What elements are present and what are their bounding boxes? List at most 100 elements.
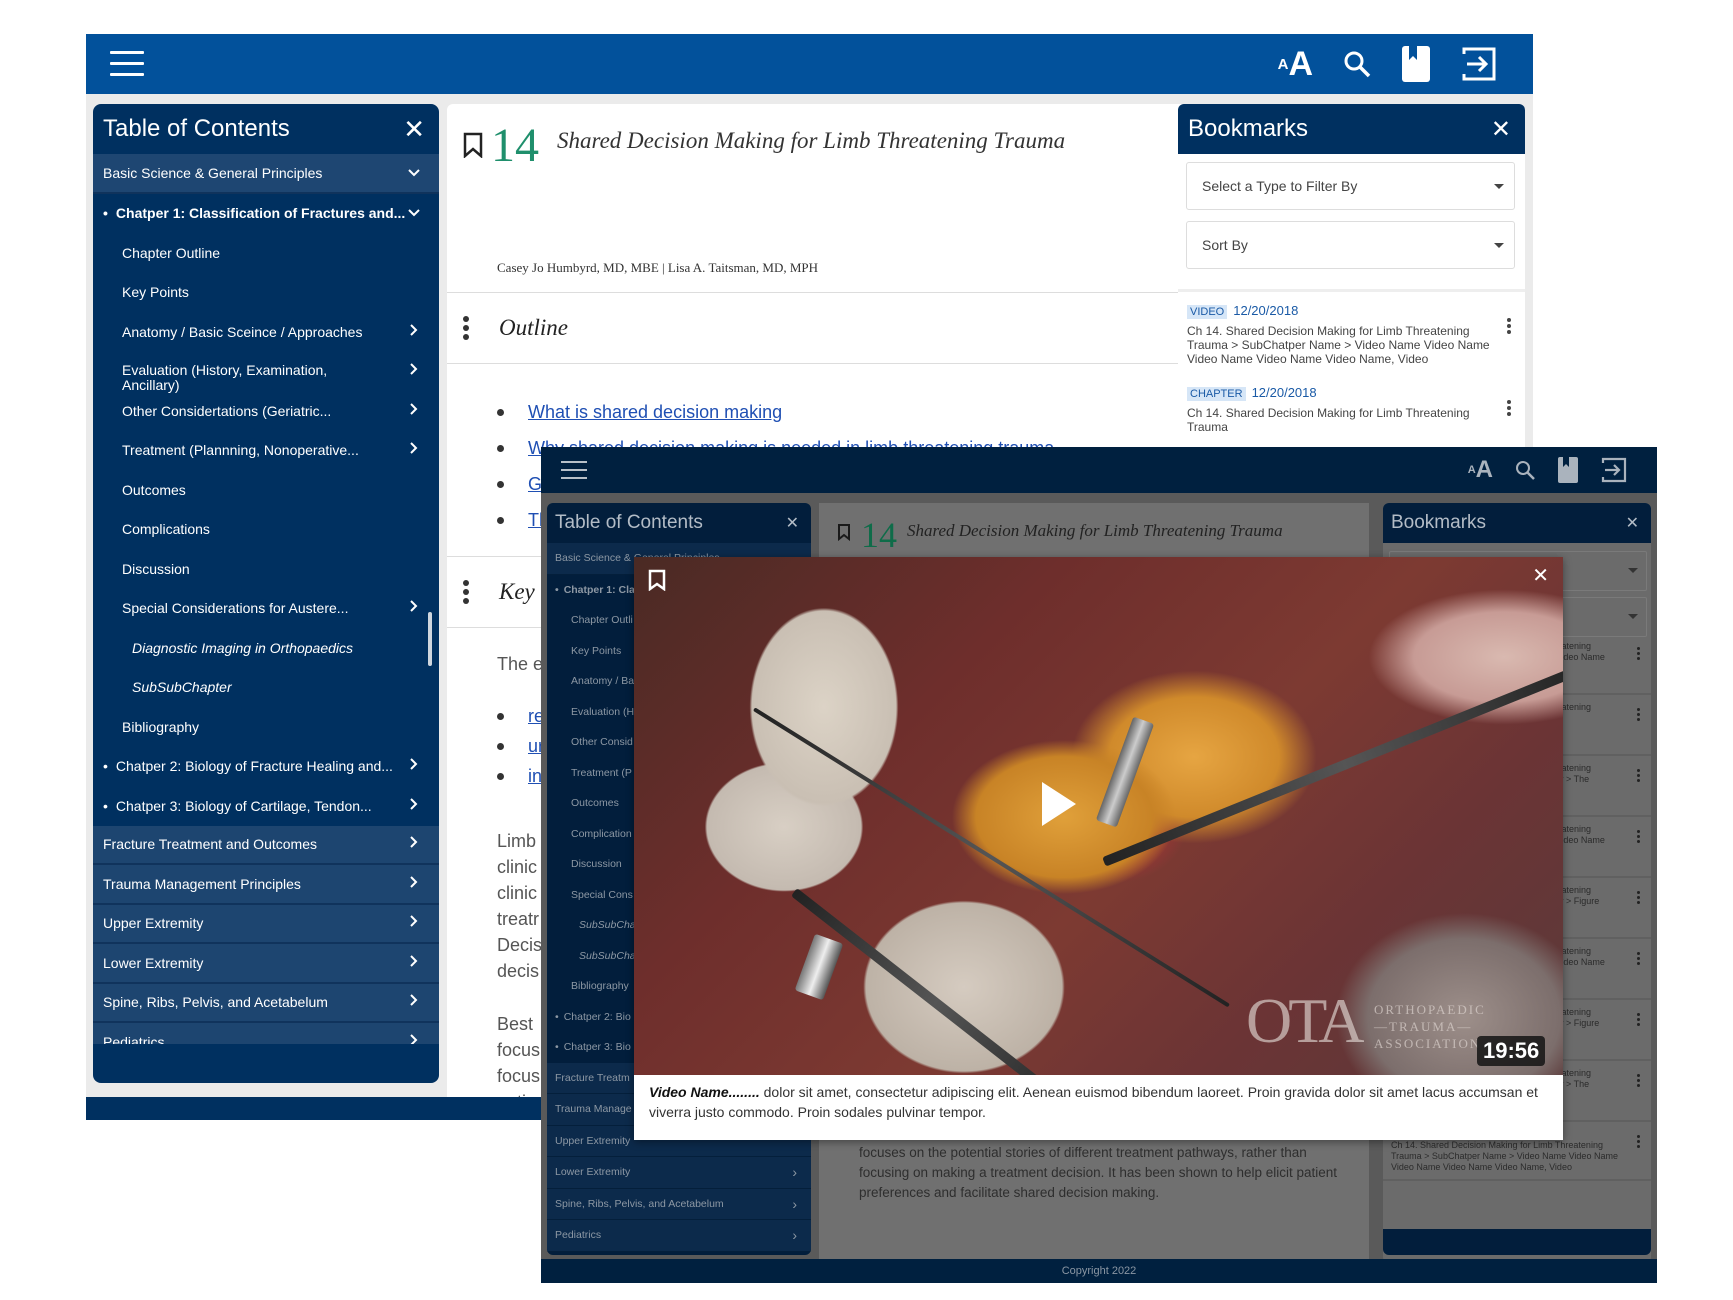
toc-item-label: Bibliography <box>122 718 200 735</box>
toc-item[interactable]: Trauma Management Principles <box>93 865 439 905</box>
exit-icon[interactable] <box>1461 46 1497 82</box>
exit-icon[interactable] <box>1601 457 1627 483</box>
toc-item[interactable]: SubSubChapter <box>93 668 439 708</box>
chevron-down-icon[interactable] <box>407 164 421 182</box>
chevron-right-icon[interactable]: › <box>792 1164 797 1180</box>
bookmark-item[interactable]: CHAPTER 12/20/2018 Ch 14. Shared Decision … <box>1178 374 1525 442</box>
chevron-right-icon[interactable] <box>407 1033 421 1044</box>
toc-item[interactable]: Bibliography <box>93 707 439 747</box>
more-options-icon[interactable] <box>1637 708 1643 721</box>
outline-link[interactable]: What is shared decision making <box>528 402 782 423</box>
bookmarks-icon[interactable] <box>1401 45 1431 83</box>
key-link[interactable]: in <box>528 766 542 787</box>
more-options-icon[interactable] <box>1637 647 1643 660</box>
outline-title: Outline <box>499 315 568 340</box>
toc-item[interactable]: Fracture Treatment and Outcomes <box>93 825 439 865</box>
bookmark-date: 12/20/2018 <box>1251 385 1317 400</box>
play-icon[interactable] <box>1042 782 1076 826</box>
toc-item[interactable]: Lower Extremity › <box>547 1157 811 1189</box>
toc-item[interactable]: Chapter Outline <box>93 233 439 273</box>
chevron-right-icon[interactable] <box>407 875 421 893</box>
chevron-right-icon[interactable]: › <box>792 1227 797 1243</box>
more-options-icon[interactable] <box>1507 400 1513 416</box>
bookmark-item[interactable]: VIDEO 12/20/2018 Ch 14. Shared Decision Ma… <box>1178 292 1525 374</box>
toc-item-label: Other Consid <box>571 736 633 749</box>
filter-type-select[interactable]: Select a Type to Filter By <box>1186 162 1515 210</box>
chevron-down-icon[interactable] <box>407 204 421 222</box>
chevron-right-icon[interactable] <box>407 954 421 972</box>
bookmarks-icon[interactable] <box>1557 456 1579 484</box>
toc-item[interactable]: Spine, Ribs, Pelvis, and Acetabelum <box>93 983 439 1023</box>
more-options-icon[interactable] <box>1637 1074 1643 1087</box>
bullet <box>497 742 504 750</box>
chevron-right-icon[interactable] <box>407 323 421 341</box>
toc-item[interactable]: Pediatrics <box>93 1023 439 1044</box>
toc-item[interactable]: Diagnostic Imaging in Orthopaedics <box>93 628 439 668</box>
toc-scrollbar[interactable] <box>428 612 432 666</box>
toc-item-label: Chatper 2: Bio <box>555 1011 631 1023</box>
bookmark-outline-icon[interactable] <box>463 132 483 163</box>
toc-item[interactable]: Outcomes <box>93 470 439 510</box>
toc-item-label: Treatment (Plannning, Nonoperative... <box>122 442 359 459</box>
toc-item[interactable]: Anatomy / Basic Sceince / Approaches <box>93 312 439 352</box>
toc-item-label: Bibliography <box>571 980 629 993</box>
text-size-icon[interactable]: AA <box>1468 458 1493 482</box>
more-options-icon[interactable] <box>463 580 469 604</box>
chevron-right-icon[interactable] <box>407 362 421 380</box>
bookmark-outline-icon[interactable] <box>648 569 666 596</box>
video-caption-text: dolor sit amet, consectetur adipiscing e… <box>649 1084 1538 1120</box>
chevron-right-icon[interactable] <box>407 797 421 815</box>
close-icon[interactable]: ✕ <box>1626 513 1639 533</box>
more-options-icon[interactable] <box>1637 769 1643 782</box>
toc-item-label: Key Points <box>122 284 189 301</box>
menu-icon[interactable] <box>561 461 587 480</box>
search-icon[interactable] <box>1515 460 1535 480</box>
toc-item[interactable]: Treatment (Plannning, Nonoperative... <box>93 431 439 471</box>
chapter-title-row: 14 Shared Decision Making for Limb Threa… <box>837 517 1283 553</box>
toc-item[interactable]: Other Considertations (Geriatric... <box>93 391 439 431</box>
close-icon[interactable]: ✕ <box>403 114 425 145</box>
bullet <box>497 480 504 488</box>
more-options-icon[interactable] <box>463 316 469 340</box>
toc-item[interactable]: Complications <box>93 510 439 550</box>
more-options-icon[interactable] <box>1507 318 1513 334</box>
menu-icon[interactable] <box>110 51 144 77</box>
search-icon[interactable] <box>1343 50 1371 78</box>
toc-item[interactable]: Upper Extremity <box>93 904 439 944</box>
chevron-right-icon[interactable] <box>407 757 421 775</box>
chevron-right-icon[interactable] <box>407 441 421 459</box>
toc-item[interactable]: Spine, Ribs, Pelvis, and Acetabelum › <box>547 1188 811 1220</box>
more-options-icon[interactable] <box>1637 1135 1643 1148</box>
toc-item[interactable]: Lower Extremity <box>93 944 439 984</box>
chevron-right-icon[interactable] <box>407 993 421 1011</box>
sort-by-select[interactable]: Sort By <box>1186 221 1515 269</box>
close-icon[interactable]: ✕ <box>1532 563 1549 588</box>
toc-item[interactable]: Chatper 1: Classification of Fractures a… <box>93 194 439 234</box>
close-icon[interactable]: ✕ <box>1491 115 1511 144</box>
chevron-right-icon[interactable] <box>407 402 421 420</box>
toc-item[interactable]: Discussion <box>93 549 439 589</box>
toc-item[interactable]: Special Considerations for Austere... <box>93 589 439 629</box>
chevron-right-icon[interactable] <box>407 835 421 853</box>
text-size-icon[interactable]: AA <box>1278 47 1313 81</box>
chevron-right-icon[interactable] <box>407 914 421 932</box>
paragraph-line: Limb <box>497 831 537 851</box>
toc-item[interactable]: Chatper 3: Biology of Cartilage, Tendon.… <box>93 786 439 826</box>
toc-item[interactable]: Evaluation (History, Examination, Ancill… <box>93 352 439 393</box>
chevron-right-icon[interactable] <box>407 599 421 617</box>
toc-item[interactable]: Chatper 2: Biology of Fracture Healing a… <box>93 747 439 787</box>
outline-section-header[interactable]: Outline <box>447 292 1255 364</box>
more-options-icon[interactable] <box>1637 952 1643 965</box>
more-options-icon[interactable] <box>1637 830 1643 843</box>
caret-down-icon <box>1628 614 1638 619</box>
more-options-icon[interactable] <box>1637 891 1643 904</box>
video-player[interactable]: ✕ OTA ORTHOPAEDIC —TRAUMA— ASSOCIATION 19:… <box>634 557 1563 1075</box>
more-options-icon[interactable] <box>1637 1013 1643 1026</box>
close-icon[interactable]: ✕ <box>786 513 799 533</box>
bullet <box>497 408 504 416</box>
toc-item[interactable]: Key Points <box>93 273 439 313</box>
chevron-right-icon[interactable]: › <box>792 1196 797 1212</box>
toc-item[interactable]: Pediatrics › <box>547 1220 811 1252</box>
bookmark-outline-icon[interactable] <box>837 523 851 546</box>
toc-item[interactable]: Basic Science & General Principles <box>93 154 439 194</box>
